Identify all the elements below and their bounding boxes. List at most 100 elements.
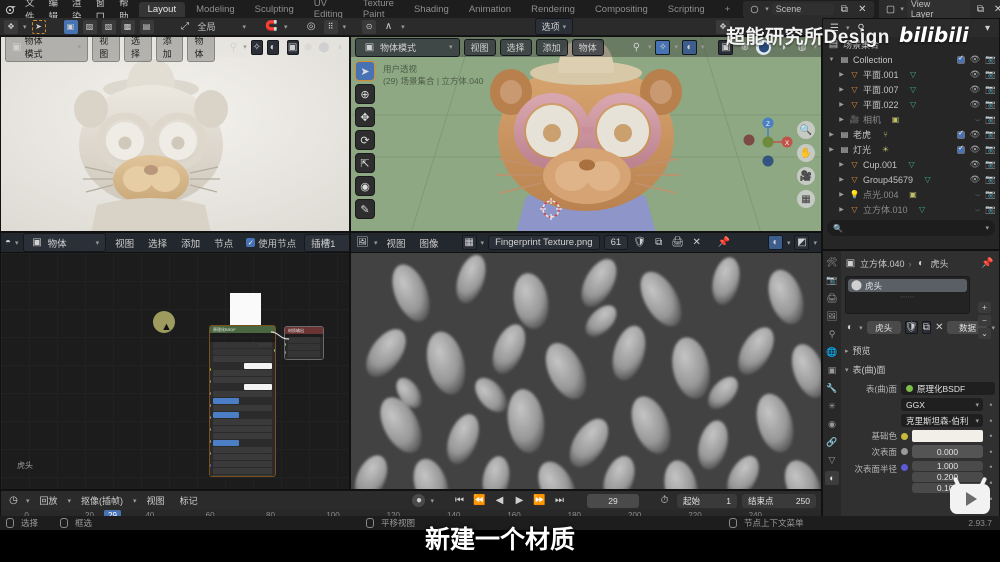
image-menu-view[interactable]: 视图	[382, 235, 411, 251]
subsurface-radius-x[interactable]: 1.000	[912, 461, 983, 471]
animate-dot-icon[interactable]: •	[989, 462, 992, 472]
camera-render-toggle-icon[interactable]: 📷	[985, 84, 996, 95]
rotate-tool-icon[interactable]: ⟳	[355, 130, 375, 150]
viewport-left[interactable]: ▣ 物体模式 ▾ 视图 选择 添加 物体 ⚲ ▾ ✧ ◐ ▣ ⊕ ⬤ ◑	[0, 36, 350, 232]
pan-hand-icon[interactable]: ✋	[797, 144, 815, 162]
object-mode-dropdown[interactable]: ▣ 物体模式 ▾	[5, 37, 89, 62]
zoom-icon[interactable]: 🔍	[797, 121, 815, 139]
scale-tool-icon[interactable]: ⇱	[355, 153, 375, 173]
transform-tool-icon[interactable]: ◉	[355, 176, 375, 196]
remove-slot-button[interactable]: −	[978, 315, 991, 326]
vp-right-menu-select[interactable]: 选择	[499, 38, 532, 56]
timeline-menu-marker[interactable]: 标记	[175, 493, 203, 508]
vp-left-menu-object[interactable]: 物体	[187, 37, 216, 62]
pin-icon[interactable]: 📌	[980, 256, 995, 271]
image-editor[interactable]: 🖼 ▾ 视图 图像 ▦ ▾ Fingerprint Texture.png 61…	[350, 232, 822, 490]
new-scene-icon[interactable]: ⧉	[837, 2, 852, 17]
tool-tab-icon[interactable]: 🛠	[825, 255, 839, 269]
checkbox-icon[interactable]	[956, 54, 965, 64]
disclosure-triangle-icon[interactable]: ▼	[827, 57, 836, 63]
eye-open-icon[interactable]: 👁	[970, 144, 981, 155]
outliner-item[interactable]: ▶ 🎥 相机 ▣ ⌣ 📷	[823, 112, 999, 127]
workspace-tab-add[interactable]: +	[716, 2, 740, 17]
outliner-item[interactable]: ▶ ▽ 平面.001 ▽ 👁 📷	[823, 67, 999, 82]
shader-menu-select[interactable]: 选择	[143, 235, 172, 251]
vp-right-menu-object[interactable]: 物体	[571, 38, 604, 56]
xray-toggle-icon[interactable]: ▣	[286, 39, 299, 55]
subsurface-radius-y[interactable]: 0.200	[912, 472, 983, 482]
camera-render-toggle-icon[interactable]: 📷	[985, 174, 996, 185]
outliner-item[interactable]: ▶ ▽ Cup.001 ▽ 👁 📷	[823, 157, 999, 172]
eye-closed-icon[interactable]: ⌣	[975, 189, 981, 200]
outliner-item[interactable]: ▶ ▽ 平面.007 ▽ 👁 📷	[823, 82, 999, 97]
disclosure-triangle-icon[interactable]: ▶	[827, 131, 836, 138]
shader-menu-view[interactable]: 视图	[110, 235, 139, 251]
copy-icon[interactable]: ⧉	[651, 235, 666, 250]
overlays-icon[interactable]: ◐	[266, 39, 279, 55]
scene-tab-icon[interactable]: ⚲	[825, 327, 839, 341]
vp-left-menu-view[interactable]: 视图	[92, 37, 120, 62]
timeline-menu-playback[interactable]: 回放	[35, 493, 63, 508]
tweak-select-tool-icon[interactable]: ➤	[355, 61, 375, 81]
outliner-item[interactable]: ▶ ▽ 平面.022 ▽ 👁 📷	[823, 97, 999, 112]
checkbox-icon[interactable]	[956, 129, 965, 139]
camera-render-toggle-icon[interactable]: 📷	[985, 114, 996, 125]
ortho-persp-icon[interactable]: ▦	[797, 190, 815, 208]
timeline-menu-keying[interactable]: 抠像(插帧)	[76, 493, 128, 508]
world-tab-icon[interactable]: 🌐	[825, 345, 839, 359]
prev-keyframe-icon[interactable]: ⏪	[472, 493, 487, 508]
scene-selector[interactable]: ▾ Scene ⧉ ✕	[743, 0, 874, 18]
outliner-item[interactable]: ▶▤老虎⑂👁📷	[823, 127, 999, 142]
vp-left-menu-select[interactable]: 选择	[123, 37, 152, 62]
disclosure-triangle-icon[interactable]: ▶	[837, 161, 846, 168]
select-invert-icon[interactable]: ▩	[120, 19, 135, 34]
material-browse-icon[interactable]: ◐	[845, 320, 855, 335]
animate-dot-icon[interactable]: •	[987, 416, 995, 426]
surface-value[interactable]: 原理化BSDF	[901, 382, 995, 395]
axis-gizmo[interactable]: Z X	[741, 115, 795, 169]
checkbox-icon[interactable]	[956, 144, 965, 154]
record-icon[interactable]: ●	[412, 494, 426, 507]
material-preview-shading-icon[interactable]: ◑	[334, 40, 345, 55]
move-tool-icon[interactable]: ✥	[355, 107, 375, 127]
scene-name[interactable]: Scene	[771, 3, 834, 15]
camera-render-toggle-icon[interactable]: 📷	[985, 159, 996, 170]
pack-icon[interactable]: 🖨	[670, 235, 685, 250]
material-name-field[interactable]: 虎头	[866, 321, 901, 334]
add-slot-button[interactable]: +	[978, 302, 991, 313]
outliner-item[interactable]: ▶▤灯光☀👁📷	[823, 142, 999, 157]
vp-right-menu-add[interactable]: 添加	[535, 38, 568, 56]
transform-orientation-value[interactable]: 全局	[198, 20, 216, 33]
disclosure-triangle-icon[interactable]: ▶	[837, 206, 846, 213]
timeline-menu-view[interactable]: 视图	[142, 493, 170, 508]
eye-open-icon[interactable]: 👁	[970, 159, 981, 170]
eye-open-icon[interactable]: 👁	[970, 84, 981, 95]
material-slot-item[interactable]: ⬤ 虎头	[848, 279, 967, 292]
jump-start-icon[interactable]: ⏮	[452, 493, 467, 508]
pivot-point-icon[interactable]: ⊙	[362, 19, 377, 34]
x-icon[interactable]: ✕	[935, 320, 943, 335]
select-new-icon[interactable]: ▣	[63, 19, 78, 34]
object-tab-icon[interactable]: ▣	[825, 363, 839, 377]
unlink-icon[interactable]: ✕	[689, 235, 704, 250]
shader-menu-node[interactable]: 节点	[209, 235, 238, 251]
material-tab-icon[interactable]: ◐	[825, 471, 839, 485]
camera-render-toggle-icon[interactable]: 📷	[985, 69, 996, 80]
material-slot-list[interactable]: ⬤ 虎头 ⋯⋯	[845, 276, 970, 314]
disclosure-triangle-icon[interactable]: ▶	[837, 176, 846, 183]
viewport-right[interactable]: ▣ 物体模式 ▾ 视图 选择 添加 物体 ⚲ ▾ ✧ ▾ ◐ ▾ ▣ ⊕ ⬤ ◑…	[350, 36, 822, 232]
shader-editor-icon[interactable]: ◓	[5, 235, 11, 250]
animate-dot-icon[interactable]: •	[987, 447, 995, 457]
active-tool-icon[interactable]: ✥	[4, 19, 18, 34]
shield-icon[interactable]: 🛡	[904, 321, 918, 334]
outliner-search[interactable]: 🔍 ▾	[827, 220, 995, 236]
browse-image-icon[interactable]: ▦	[461, 235, 477, 250]
select-intersect-icon[interactable]: ▤	[139, 19, 154, 34]
subsurface-value[interactable]: 0.000	[912, 445, 983, 458]
workspace-tab-layout[interactable]: Layout	[138, 1, 186, 17]
workspace-tab-rendering[interactable]: Rendering	[522, 2, 584, 17]
object-mode-dropdown-right[interactable]: ▣ 物体模式 ▾	[355, 37, 460, 57]
material-slot-dropdown[interactable]: 插槽1 ▾	[304, 233, 349, 252]
pin-icon[interactable]: 📌	[716, 235, 731, 250]
preview-panel-header[interactable]: ▸ 预览	[845, 341, 995, 360]
